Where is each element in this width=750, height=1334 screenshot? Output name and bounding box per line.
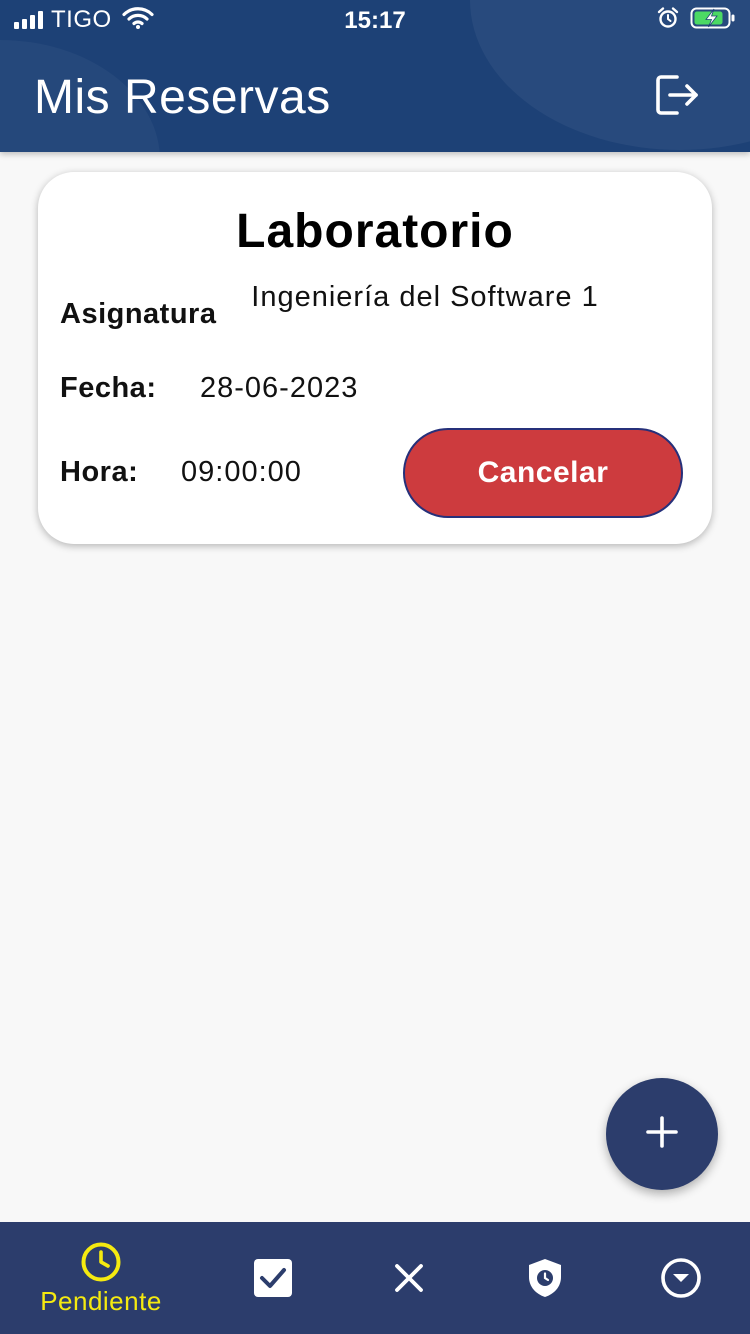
close-icon bbox=[387, 1256, 431, 1300]
shield-clock-icon bbox=[523, 1256, 567, 1300]
alarm-icon bbox=[656, 6, 680, 35]
plus-icon bbox=[645, 1115, 679, 1154]
logout-icon bbox=[655, 74, 701, 121]
nav-item-completed[interactable] bbox=[228, 1222, 318, 1334]
asignatura-label: Asignatura bbox=[60, 298, 217, 330]
battery-icon bbox=[690, 6, 736, 35]
bottom-navigation: Pendiente bbox=[0, 1222, 750, 1334]
page-title: Mis Reservas bbox=[34, 71, 331, 124]
logout-button[interactable] bbox=[652, 72, 704, 122]
nav-item-cancelled[interactable] bbox=[364, 1222, 454, 1334]
nav-item-expired[interactable] bbox=[500, 1222, 590, 1334]
reservation-type-title: Laboratorio bbox=[236, 205, 514, 258]
cancel-reservation-button[interactable]: Cancelar bbox=[403, 428, 683, 518]
hora-label: Hora: bbox=[60, 456, 139, 488]
status-time: 15:17 bbox=[344, 7, 406, 34]
nav-item-more[interactable] bbox=[636, 1222, 726, 1334]
status-bar: TIGO 15:17 bbox=[0, 0, 750, 40]
nav-item-pendiente[interactable]: Pendiente bbox=[20, 1222, 182, 1334]
fecha-value: 28-06-2023 bbox=[200, 372, 359, 404]
asignatura-value: Ingeniería del Software 1 bbox=[251, 281, 599, 313]
nav-item-label: Pendiente bbox=[40, 1286, 162, 1316]
circle-chevron-down-icon bbox=[659, 1256, 703, 1300]
status-bar-right bbox=[656, 6, 736, 35]
clock-icon bbox=[79, 1240, 123, 1284]
checkbox-check-icon bbox=[251, 1256, 295, 1300]
fecha-label: Fecha: bbox=[60, 372, 157, 404]
screen: TIGO 15:17 Mis Reservas Laboratorio Asig… bbox=[0, 0, 750, 1334]
app-header: TIGO 15:17 Mis Reservas bbox=[0, 0, 750, 152]
reservation-card: Laboratorio Asignatura Ingeniería del So… bbox=[38, 172, 712, 544]
hora-value: 09:00:00 bbox=[181, 456, 302, 488]
add-reservation-button[interactable] bbox=[606, 1078, 718, 1190]
